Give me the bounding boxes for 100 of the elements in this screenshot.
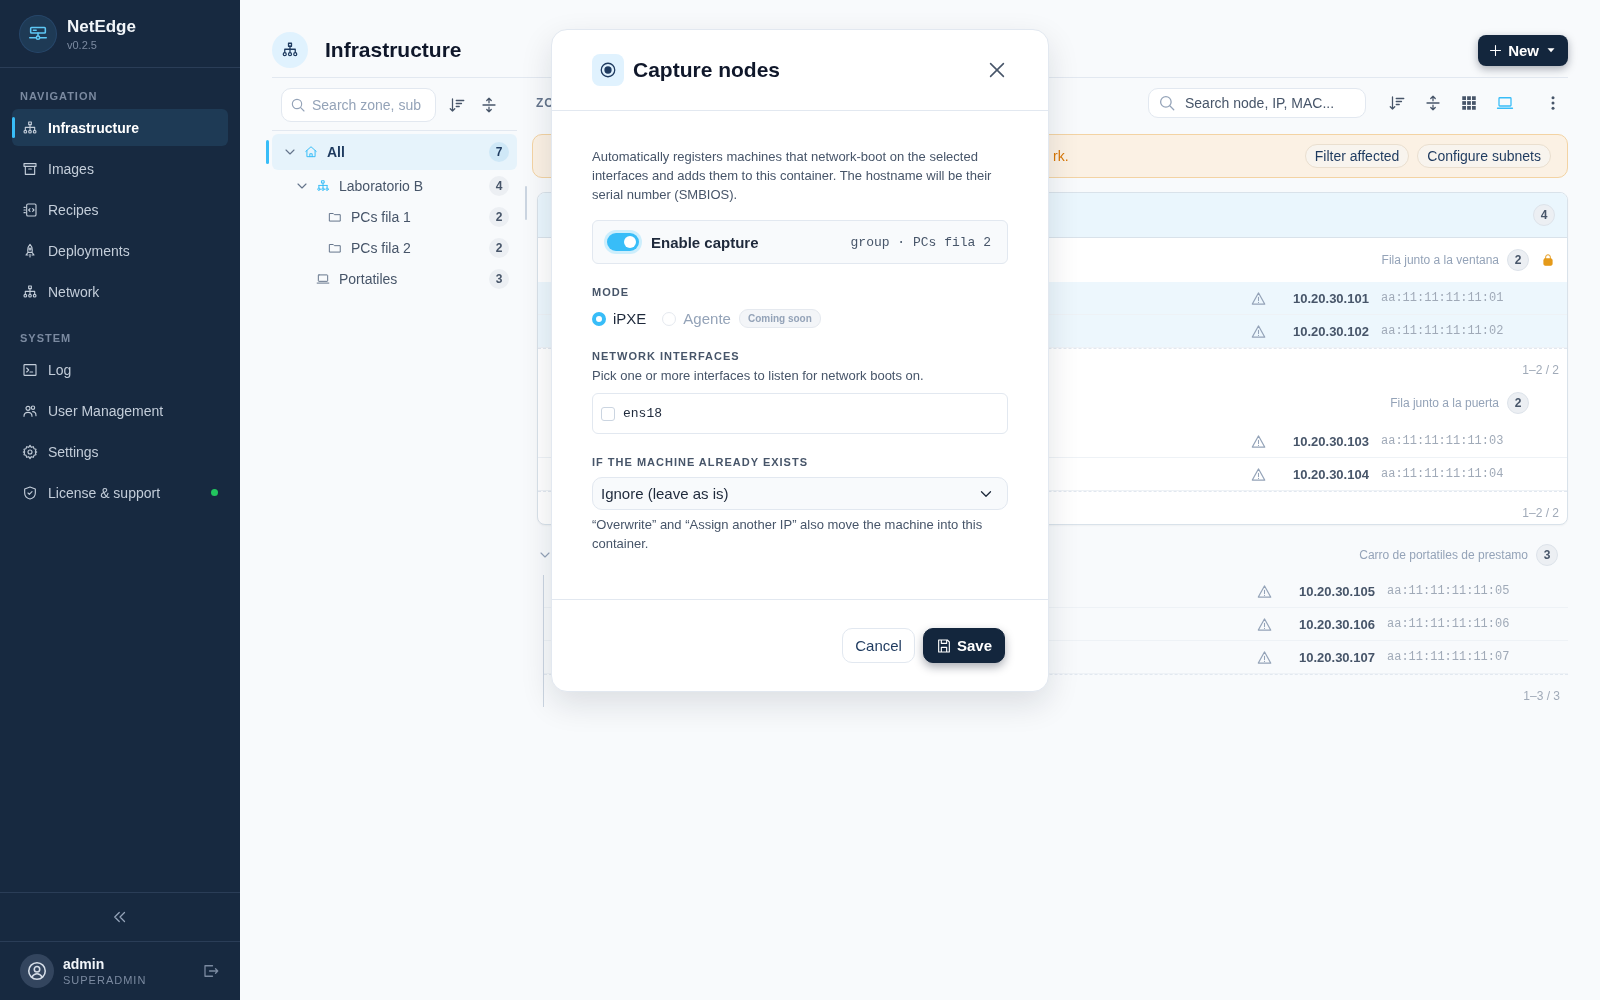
mac-address: aa:11:11:11:11:07 xyxy=(1387,650,1511,664)
dialog-description: Automatically registers machines that network-boot on the selected interfaces and adds them to this container. The hostname will be their serial number (SMBIOS). xyxy=(592,148,993,204)
cancel-button[interactable]: Cancel xyxy=(842,628,915,663)
home-icon xyxy=(304,145,318,159)
app-logo xyxy=(20,15,56,52)
field-help: “Overwrite” and “Assign another IP” also move the machine into this container. xyxy=(592,516,984,553)
tree-item[interactable]: PCs fila 2 2 xyxy=(272,232,517,263)
banner-text: rk. xyxy=(1053,148,1069,164)
mac-address: aa:11:11:11:11:04 xyxy=(1381,467,1505,481)
nav-item[interactable]: License & support xyxy=(12,474,228,511)
banner-action-button[interactable]: Configure subnets xyxy=(1417,144,1551,168)
scrollbar-thumb xyxy=(525,186,527,220)
nav-item[interactable]: Images xyxy=(12,150,228,187)
mac-address: aa:11:11:11:11:03 xyxy=(1381,434,1505,448)
warning-icon xyxy=(1251,323,1266,339)
section-label: SYSTEM xyxy=(20,332,73,344)
nav-item[interactable]: Infrastructure xyxy=(12,109,228,146)
archive-box-icon[interactable] xyxy=(22,160,38,177)
count-badge: 2 xyxy=(1507,249,1529,271)
save-icon[interactable] xyxy=(935,637,952,654)
capture-target: group · PCs fila 2 xyxy=(850,234,991,250)
warning-icon xyxy=(1251,290,1266,306)
user-role: SUPERADMIN xyxy=(63,974,147,986)
gear-icon[interactable] xyxy=(22,443,38,460)
mac-address: aa:11:11:11:11:06 xyxy=(1387,617,1511,631)
sitemap-icon[interactable] xyxy=(22,119,38,136)
search-field[interactable]: Search zone, sub xyxy=(281,88,436,122)
sitemap-icon[interactable] xyxy=(22,283,38,300)
tree-item[interactable]: Portatiles 3 xyxy=(272,263,517,294)
ip-address: 10.20.30.101 xyxy=(1293,290,1370,306)
logout-button[interactable] xyxy=(202,962,220,980)
count-badge: 2 xyxy=(1507,392,1529,414)
nav-item[interactable]: Recipes xyxy=(12,191,228,228)
app-version: v0.2.5 xyxy=(67,38,98,51)
ip-address: 10.20.30.105 xyxy=(1299,583,1376,599)
field-label: NETWORK INTERFACES xyxy=(592,350,741,362)
dialog-title: Capture nodes xyxy=(633,58,781,82)
shield-check-icon[interactable] xyxy=(22,484,38,501)
app-name: NetEdge xyxy=(67,16,136,37)
ip-address: 10.20.30.104 xyxy=(1293,466,1370,482)
warning-icon xyxy=(1257,583,1272,599)
nav-item[interactable]: Network xyxy=(12,273,228,310)
nav-item[interactable]: Log xyxy=(12,351,228,388)
count-badge: 2 xyxy=(489,237,509,258)
ip-address: 10.20.30.103 xyxy=(1293,433,1370,449)
terminal-icon[interactable] xyxy=(22,361,38,378)
nav-item[interactable]: User Management xyxy=(12,392,228,429)
save-button[interactable]: Save xyxy=(922,628,1005,663)
range-label: 1–3 / 3 xyxy=(1523,689,1560,703)
subgroup-title: Fila junto a la ventana xyxy=(1381,253,1499,267)
warning-icon xyxy=(1257,616,1272,632)
status-badge: Coming soon xyxy=(738,309,821,328)
search-icon xyxy=(290,97,306,113)
checkbox[interactable] xyxy=(601,406,615,421)
group-title: Carro de portatiles de prestamo xyxy=(1359,548,1528,562)
tree-item[interactable]: Laboratorio B 4 xyxy=(272,170,517,201)
mac-address: aa:11:11:11:11:05 xyxy=(1387,584,1511,598)
ip-address: 10.20.30.107 xyxy=(1299,649,1376,665)
subgroup-title: Fila junto a la puerta xyxy=(1390,396,1499,410)
radio-target-icon xyxy=(592,54,624,86)
new-button[interactable]: New xyxy=(1478,34,1568,66)
interface-name: ens18 xyxy=(623,406,662,421)
search-icon xyxy=(1158,94,1176,112)
radio-button[interactable] xyxy=(592,311,606,326)
count-badge: 3 xyxy=(1536,544,1558,566)
user-avatar xyxy=(20,954,54,988)
nav-item[interactable]: Settings xyxy=(12,433,228,470)
search-field[interactable]: Search node, IP, MAC... xyxy=(1148,88,1366,118)
nav-item[interactable]: Deployments xyxy=(12,232,228,269)
ip-address: 10.20.30.106 xyxy=(1299,616,1376,632)
tree-item[interactable]: PCs fila 1 2 xyxy=(272,201,517,232)
expand-all-button[interactable] xyxy=(480,96,498,114)
sort-button[interactable] xyxy=(448,96,466,114)
page-icon xyxy=(272,32,308,68)
count-badge: 2 xyxy=(489,206,509,227)
code-document-icon[interactable] xyxy=(22,201,38,218)
expand-all-button[interactable] xyxy=(1424,94,1442,112)
field-hint: Pick one or more interfaces to listen for network boots on. xyxy=(592,368,925,383)
range-label: 1–2 / 2 xyxy=(1522,363,1559,377)
sort-button[interactable] xyxy=(1388,94,1406,112)
laptop-icon xyxy=(316,271,330,286)
warning-icon xyxy=(1251,433,1266,449)
count-badge: 4 xyxy=(1533,204,1555,226)
section-label: NAVIGATION xyxy=(20,90,99,102)
warning-icon xyxy=(1257,649,1272,665)
banner-action-button[interactable]: Filter affected xyxy=(1304,144,1410,168)
grid-view-button[interactable] xyxy=(1460,94,1478,112)
plus-icon[interactable] xyxy=(1488,42,1504,58)
sitemap-icon xyxy=(316,178,330,193)
toggle-switch[interactable] xyxy=(607,233,639,251)
dropdown[interactable]: Ignore (leave as is) xyxy=(592,477,1008,510)
mac-address: aa:11:11:11:11:01 xyxy=(1381,291,1505,305)
page-title: Infrastructure xyxy=(325,38,462,62)
ip-address: 10.20.30.102 xyxy=(1293,323,1370,339)
user-name: admin xyxy=(63,956,106,972)
mac-address: aa:11:11:11:11:02 xyxy=(1381,324,1505,338)
field-label: IF THE MACHINE ALREADY EXISTS xyxy=(592,456,810,468)
field-label: MODE xyxy=(592,286,630,298)
warning-icon xyxy=(1251,466,1266,482)
count-badge: 4 xyxy=(489,175,509,196)
